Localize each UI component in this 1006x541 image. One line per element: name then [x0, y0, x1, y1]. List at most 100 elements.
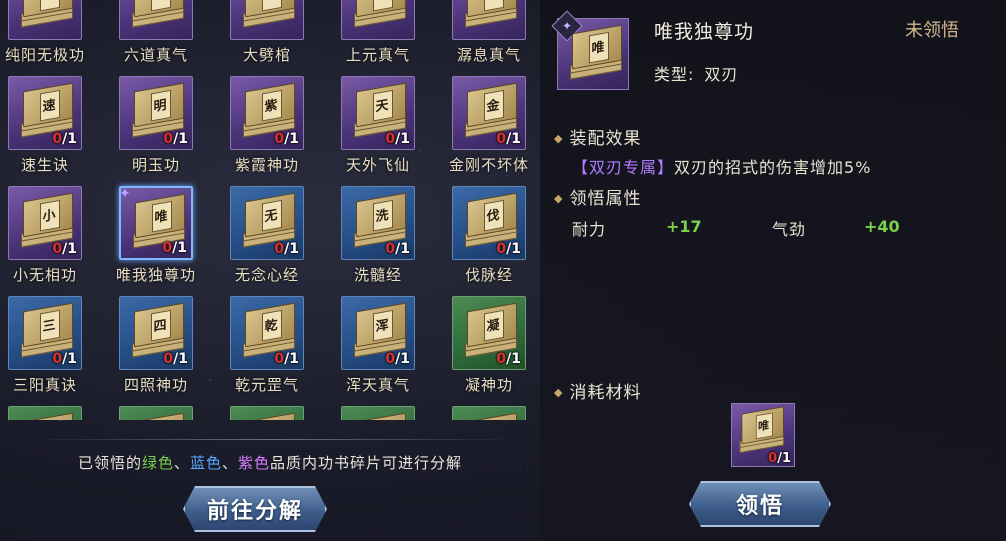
skill-book-cell[interactable]: 潺息真气	[449, 0, 540, 76]
skill-book-tile[interactable]: 乾 0/1	[230, 296, 304, 370]
skill-book-tile[interactable]	[452, 0, 526, 40]
skill-book-tile[interactable]	[341, 0, 415, 40]
fragment-count: 0/1	[496, 241, 521, 257]
equip-effect-text: 【双刃专属】双刃的招式的伤害增加5%	[572, 154, 871, 178]
count-have: 0	[385, 241, 396, 257]
skill-book-cell[interactable]: 明 0/1 明玉功	[116, 76, 227, 186]
skill-book-cell[interactable]: 清	[116, 406, 227, 420]
skill-book-cell[interactable]: 速 0/1 速生诀	[5, 76, 116, 186]
learn-attr-header: ◆ 领悟属性	[554, 184, 641, 209]
skill-book-tile[interactable]: 速 0/1	[8, 76, 82, 150]
fragment-count: 0/1	[385, 351, 410, 367]
book-icon: 伐	[463, 192, 519, 248]
skill-book-tile[interactable]: 洗 0/1	[341, 186, 415, 260]
skill-book-tile[interactable]: 云	[230, 406, 304, 420]
skill-book-cell[interactable]: 六道真气	[116, 0, 227, 76]
skill-book-cell[interactable]: 洗 0/1 洗髓经	[338, 186, 449, 296]
skill-book-cell[interactable]: 长	[338, 406, 449, 420]
skill-book-tile[interactable]: 无 0/1	[230, 186, 304, 260]
skill-book-cell[interactable]: 唯 0/1 ✦ 唯我独尊功	[116, 186, 227, 296]
skill-book-tile[interactable]: 伐 0/1	[452, 186, 526, 260]
skill-book-cell[interactable]: 浑 0/1 浑天真气	[338, 296, 449, 406]
skill-book-tile[interactable]: 金 0/1	[452, 76, 526, 150]
book-glyph: 洗	[375, 207, 389, 226]
count-need: /1	[506, 241, 521, 257]
skill-book-name: 上元真气	[345, 46, 410, 64]
effect-tag: 【双刃专属】	[572, 158, 675, 177]
skill-book-tile[interactable]: 天 0/1	[341, 76, 415, 150]
skill-book-cell[interactable]: 紫 0/1 紫霞神功	[227, 76, 338, 186]
fragment-count: 0/1	[52, 241, 77, 257]
skill-book-cell[interactable]: 云	[227, 406, 338, 420]
count-have: 0	[52, 351, 63, 367]
book-icon	[352, 0, 408, 28]
skill-book-name: 无念心经	[234, 266, 299, 284]
skill-book-tile[interactable]: 凝 0/1	[452, 296, 526, 370]
book-glyph: 浑	[375, 317, 389, 336]
skill-book-cell[interactable]: 纯阳无极功	[5, 0, 116, 76]
skill-book-cell[interactable]: 金 0/1 金刚不坏体	[449, 76, 540, 186]
count-have: 0	[52, 241, 63, 257]
go-decompose-button[interactable]: 前往分解	[183, 486, 327, 532]
skill-book-cell[interactable]: 三 0/1 三阳真诀	[5, 296, 116, 406]
count-need: /1	[395, 351, 410, 367]
count-need: /1	[173, 131, 188, 147]
skill-book-grid-viewport[interactable]: 纯阳无极功 六道真气 大劈棺 上元真气 潺息真气速 0/1 速生诀 明 0/1 明玉功 紫 0/1 紫霞…	[0, 0, 540, 420]
skill-book-name: 六道真气	[123, 46, 188, 64]
count-have: 0	[52, 131, 63, 147]
skill-book-name: 凝神功	[464, 376, 513, 394]
book-icon: 练	[19, 412, 75, 420]
skill-book-cell[interactable]: 乾 0/1 乾元罡气	[227, 296, 338, 406]
skill-book-tile[interactable]: 浑 0/1	[341, 296, 415, 370]
count-need: /1	[777, 451, 791, 466]
skill-book-cell[interactable]: 小 0/1 小无相功	[5, 186, 116, 296]
book-icon: 凝	[463, 302, 519, 358]
skill-book-tile[interactable]: 齐	[452, 406, 526, 420]
skill-book-tile[interactable]: 练	[8, 406, 82, 420]
skill-book-cell[interactable]: 上元真气	[338, 0, 449, 76]
skill-book-tile[interactable]: 唯 0/1 ✦	[119, 186, 193, 260]
book-icon: 唯	[738, 406, 786, 453]
skill-book-tile[interactable]: 三 0/1	[8, 296, 82, 370]
hint-green-label: 绿色	[141, 454, 174, 472]
skill-book-cell[interactable]: 凝 0/1 凝神功	[449, 296, 540, 406]
book-icon: 洗	[352, 192, 408, 248]
learn-button[interactable]: 领悟	[689, 481, 831, 527]
count-need: /1	[395, 241, 410, 257]
skill-book-name: 大劈棺	[242, 46, 291, 64]
type-label: 类型:	[654, 65, 695, 84]
skill-book-cell[interactable]: 齐	[449, 406, 540, 420]
skill-book-tile[interactable]: 清	[119, 406, 193, 420]
skill-book-tile[interactable]: 紫 0/1	[230, 76, 304, 150]
count-need: /1	[284, 351, 299, 367]
book-icon: 长	[352, 412, 408, 420]
material-item[interactable]: 唯 0/1	[731, 403, 795, 467]
skill-book-tile[interactable]: 小 0/1	[8, 186, 82, 260]
count-need: /1	[172, 240, 187, 256]
book-glyph: 唯	[757, 419, 770, 434]
book-icon: 齐	[463, 412, 519, 420]
skill-book-cell[interactable]: 伐 0/1 伐脉经	[449, 186, 540, 296]
fragment-count: 0/1	[52, 351, 77, 367]
skill-book-cell[interactable]: 天 0/1 天外飞仙	[338, 76, 449, 186]
skill-book-cell[interactable]: 无 0/1 无念心经	[227, 186, 338, 296]
book-glyph: 明	[153, 97, 167, 116]
equip-effect-header: ◆ 装配效果	[554, 124, 641, 149]
skill-book-tile[interactable]	[119, 0, 193, 40]
skill-book-name: 纯阳无极功	[4, 46, 85, 64]
skill-book-tile[interactable]	[8, 0, 82, 40]
count-need: /1	[506, 131, 521, 147]
fragment-count: 0/1	[162, 240, 187, 256]
hint-separator: 、	[222, 454, 239, 472]
fragment-count: 0/1	[163, 131, 188, 147]
skill-book-cell[interactable]: 练	[5, 406, 116, 420]
skill-book-tile[interactable]: 长	[341, 406, 415, 420]
skill-book-tile[interactable]: 四 0/1	[119, 296, 193, 370]
skill-book-cell[interactable]: 大劈棺	[227, 0, 338, 76]
skill-book-name: 唯我独尊功	[115, 266, 196, 284]
skill-book-tile[interactable]: 明 0/1	[119, 76, 193, 150]
skill-book-cell[interactable]: 四 0/1 四照神功	[116, 296, 227, 406]
skill-book-name: 紫霞神功	[234, 156, 299, 174]
count-have: 0	[768, 451, 778, 466]
skill-book-tile[interactable]	[230, 0, 304, 40]
